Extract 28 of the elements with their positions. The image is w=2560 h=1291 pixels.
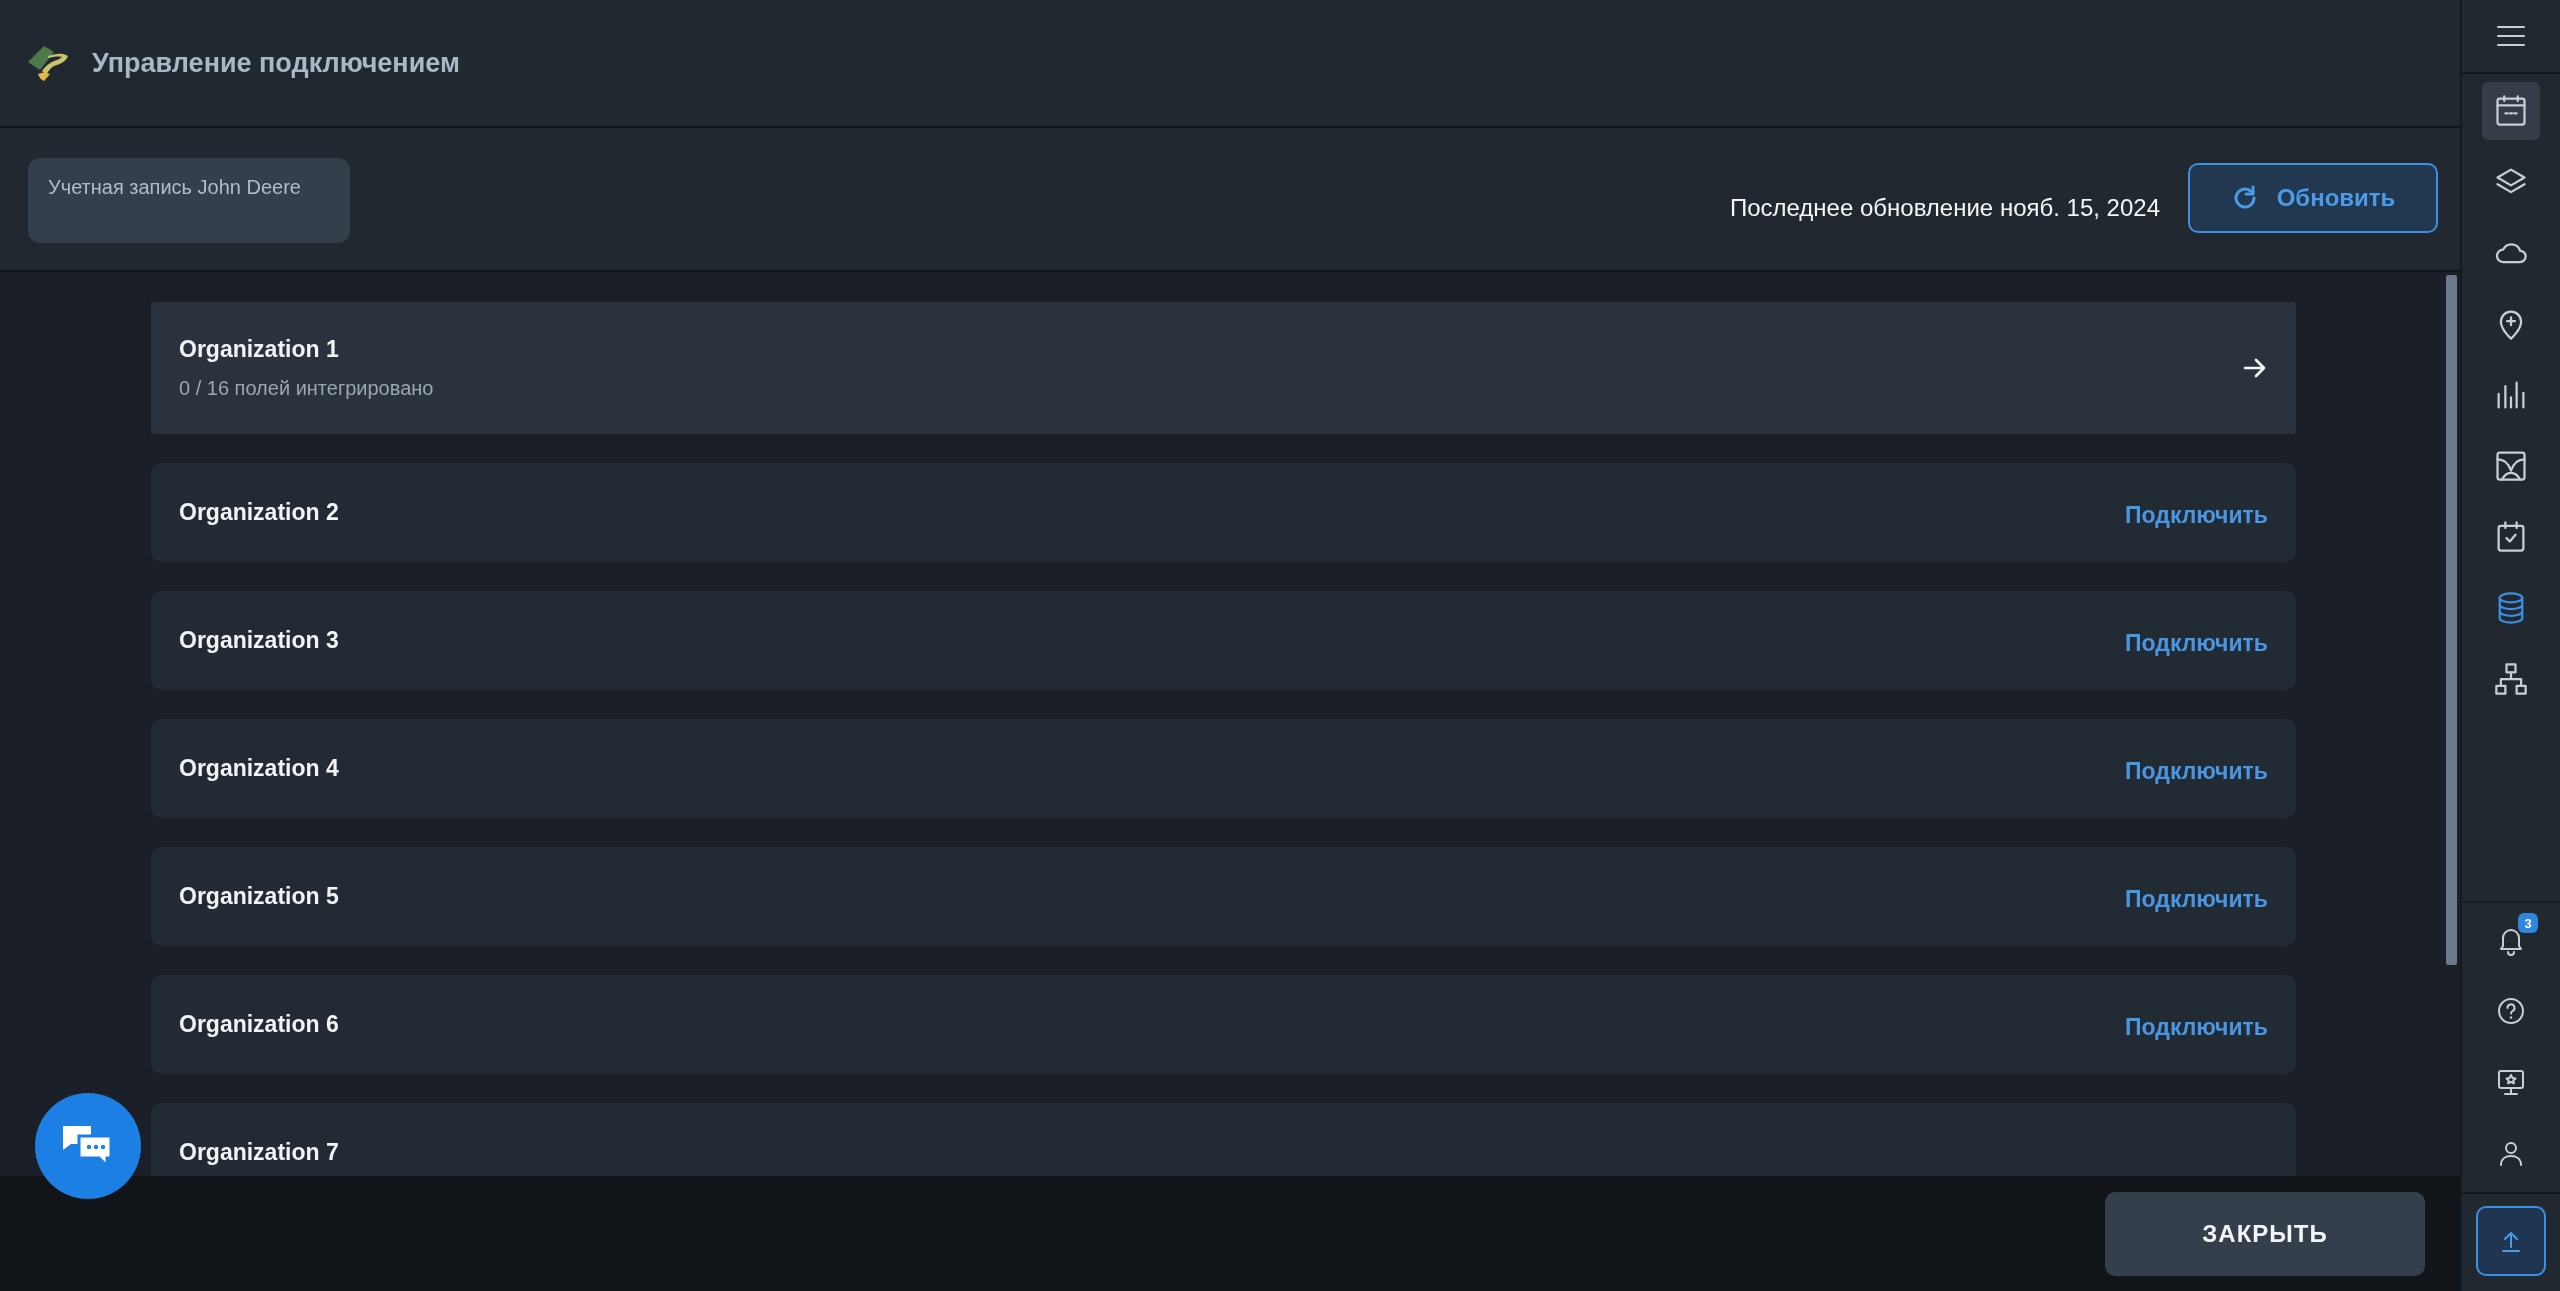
connect-link[interactable]: Подключить — [2125, 758, 2268, 785]
notification-badge: 3 — [2518, 913, 2538, 933]
organization-card[interactable]: Organization 1 0 / 16 полей интегрировано — [151, 302, 2296, 434]
close-button[interactable]: ЗАКРЫТЬ — [2105, 1191, 2425, 1276]
connect-link[interactable]: Подключить — [2125, 630, 2268, 657]
organization-name: Organization 1 — [179, 336, 339, 363]
organization-name: Organization 7 — [179, 1139, 339, 1166]
connect-link[interactable]: Подключить — [2125, 1014, 2268, 1041]
organization-name: Organization 5 — [179, 883, 339, 910]
organization-name: Organization 4 — [179, 755, 339, 782]
refresh-button[interactable]: Обновить — [2188, 163, 2438, 233]
menu-icon[interactable] — [2496, 25, 2526, 47]
integration-status: 0 / 16 полей интегрировано — [179, 377, 434, 400]
last-update-text: Последнее обновление нояб. 15, 2024 — [1729, 194, 2160, 222]
help-icon[interactable] — [2495, 995, 2527, 1027]
scrollbar[interactable] — [2446, 275, 2457, 965]
map-image-icon — [2493, 448, 2529, 484]
connect-link[interactable]: Подключить — [2125, 502, 2268, 529]
app-title: Управление подключением — [92, 47, 460, 79]
hierarchy-icon — [2493, 661, 2529, 697]
organization-name: Organization 6 — [179, 1011, 339, 1038]
nav-item[interactable] — [2482, 82, 2540, 140]
account-chip: Учетная запись John Deere — [28, 158, 350, 243]
connect-link[interactable]: Подключить — [2125, 886, 2268, 913]
organization-name: Organization 3 — [179, 627, 339, 654]
upload-button[interactable] — [2476, 1206, 2546, 1276]
organization-name: Organization 2 — [179, 499, 339, 526]
calendar-icon — [2493, 93, 2529, 129]
